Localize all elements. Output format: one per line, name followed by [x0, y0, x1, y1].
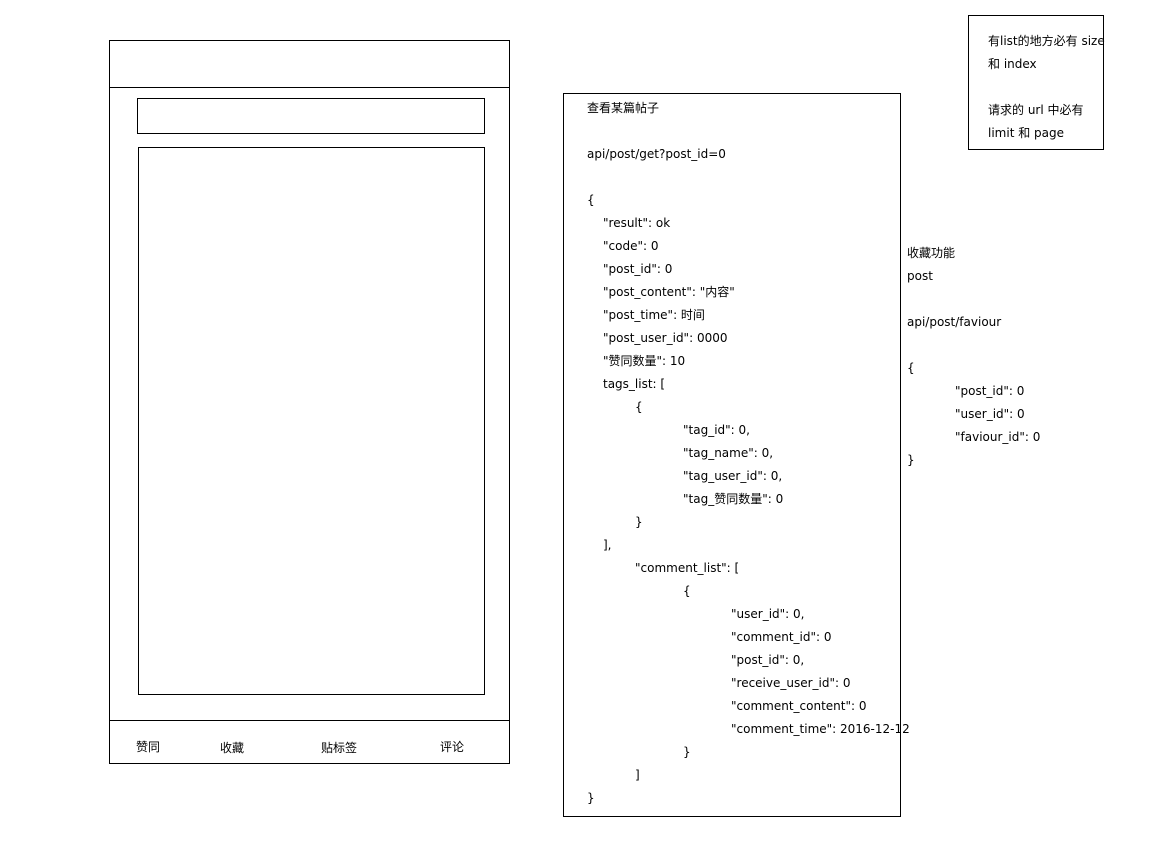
text-line: 请求的 url 中必有 [988, 103, 1084, 117]
tag-button[interactable]: 贴标签 [321, 740, 357, 756]
text-line: "tag_user_id": 0, [683, 469, 783, 483]
text-line: "user_id": 0, [731, 607, 805, 621]
text-line: } [587, 791, 595, 805]
text-line: 和 index [988, 57, 1037, 71]
header-divider [110, 87, 509, 88]
text-line: "post_time": 时间 [603, 308, 705, 322]
toolbar-divider [110, 720, 509, 721]
text-line: "code": 0 [603, 239, 659, 253]
title-field [137, 98, 485, 134]
text-line: "post_user_id": 0000 [603, 331, 728, 345]
text-line: "tag_id": 0, [683, 423, 750, 437]
text-line: } [907, 453, 915, 467]
favorite-button[interactable]: 收藏 [220, 740, 244, 756]
text-line: "comment_time": 2016-12-12 [731, 722, 910, 736]
text-line: "赞同数量": 10 [603, 354, 686, 368]
text-line: ], [603, 538, 612, 552]
phone-mockup: 赞同 收藏 贴标签 评论 [109, 40, 510, 764]
text-line: "comment_id": 0 [731, 630, 832, 644]
text-line: "comment_list": [ [635, 561, 740, 575]
text-line: api/post/faviour [907, 315, 1002, 329]
text-line: post [907, 269, 933, 283]
text-line: "post_content": "内容" [603, 285, 735, 299]
text-line: { [635, 400, 643, 414]
text-line: "comment_content": 0 [731, 699, 867, 713]
text-line: } [635, 515, 643, 529]
comment-button[interactable]: 评论 [440, 739, 464, 755]
text-line: limit 和 page [988, 126, 1064, 140]
text-line: "user_id": 0 [955, 407, 1025, 421]
text-line: { [907, 361, 915, 375]
text-line: tags_list: [ [603, 377, 666, 391]
like-button[interactable]: 赞同 [136, 739, 160, 755]
text-line: 查看某篇帖子 [587, 101, 660, 115]
text-line: "tag_赞同数量": 0 [683, 492, 784, 506]
text-line: "receive_user_id": 0 [731, 676, 851, 690]
text-line: "tag_name": 0, [683, 446, 774, 460]
text-line: "post_id": 0 [603, 262, 673, 276]
text-line: "post_id": 0, [731, 653, 805, 667]
text-line: api/post/get?post_id=0 [587, 147, 726, 161]
text-line: 收藏功能 [907, 246, 956, 260]
text-line: "faviour_id": 0 [955, 430, 1041, 444]
text-line: } [683, 745, 691, 759]
text-line: { [587, 193, 595, 207]
text-line: { [683, 584, 691, 598]
text-line: ] [635, 768, 640, 782]
text-line: "post_id": 0 [955, 384, 1025, 398]
text-line: 有list的地方必有 size [988, 34, 1105, 48]
content-area [138, 147, 485, 695]
text-line: "result": ok [603, 216, 671, 230]
